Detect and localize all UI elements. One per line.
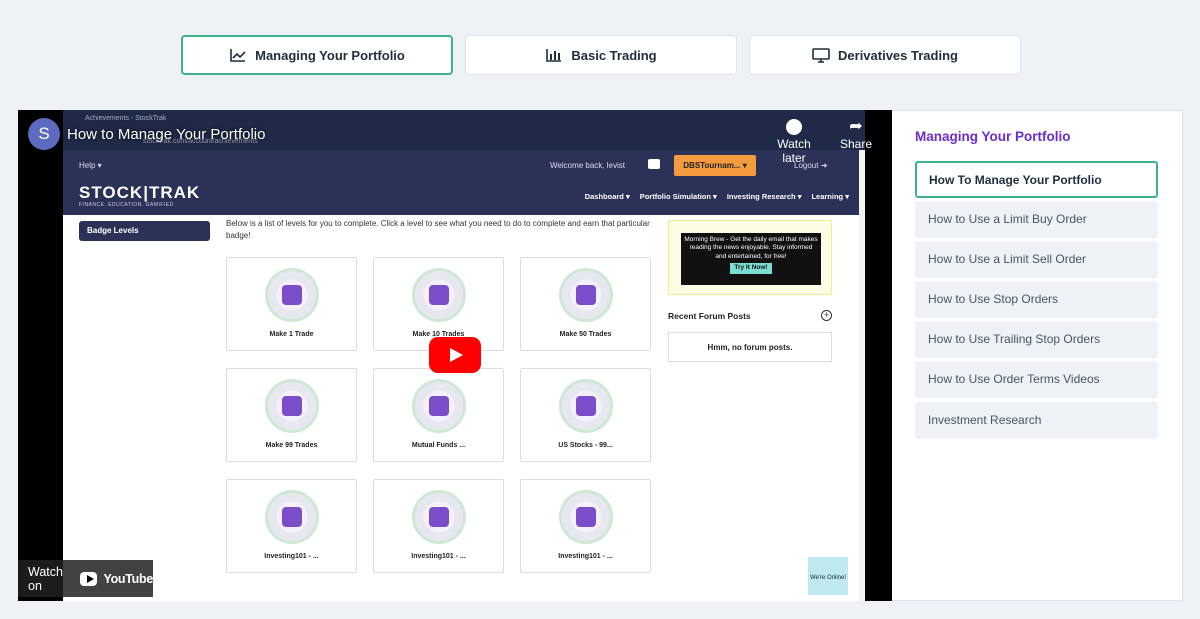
tab-derivatives-trading[interactable]: Derivatives Trading [749, 35, 1021, 75]
badge-card: Make 50 Trades [520, 257, 651, 351]
badge-label: Investing101 - ... [264, 553, 319, 560]
site-nav: Dashboard ▾ Portfolio Simulation ▾ Inves… [585, 192, 849, 201]
stocktrak-header: Help ▾ Welcome back, levist DBSTournam..… [63, 150, 865, 215]
badge-label: Investing101 - ... [558, 553, 613, 560]
playlist-item[interactable]: How to Use a Limit Buy Order [915, 201, 1158, 238]
badge-label: US Stocks - 99... [558, 442, 613, 449]
logo-tagline: FINANCE. EDUCATION. GAMIFIED [79, 202, 174, 208]
badge-card: Make 99 Trades [226, 368, 357, 462]
clock-icon [786, 119, 802, 135]
youtube-play-icon [79, 571, 98, 586]
stocktrak-logo: STOCK|TRAK [79, 183, 201, 202]
badge-card: Mutual Funds ... [373, 368, 504, 462]
forum-title: Recent Forum Posts [668, 311, 751, 321]
promo-banner: Morning Brew - Get the daily email that … [668, 220, 832, 295]
playlist-item[interactable]: How to Use Stop Orders [915, 281, 1158, 318]
tab-label: Managing Your Portfolio [255, 47, 405, 63]
share-label: Share [839, 137, 873, 151]
monitor-icon [812, 47, 830, 63]
nav-investing-research: Investing Research ▾ [726, 192, 802, 201]
video-title[interactable]: How to Manage Your Portfolio [67, 126, 265, 143]
badge-medal-icon [265, 490, 319, 544]
category-tabs: Managing Your Portfolio Basic Trading De… [181, 35, 1021, 75]
welcome-text: Welcome back, levist [550, 161, 625, 170]
badge-medal-icon [559, 268, 613, 322]
tournament-select: DBSTournam... ▾ [674, 155, 756, 176]
intro-text: Below is a list of levels for you to com… [226, 219, 650, 240]
help-menu: Help ▾ [79, 161, 102, 170]
share-button[interactable]: ➦ Share [838, 118, 874, 152]
tab-label: Basic Trading [571, 47, 657, 63]
watch-later-button[interactable]: Watch later [764, 119, 824, 165]
badge-medal-icon [265, 379, 319, 433]
badge-label: Make 50 Trades [559, 331, 612, 338]
playlist-item[interactable]: How To Manage Your Portfolio [915, 161, 1158, 198]
badge-card: US Stocks - 99... [520, 368, 651, 462]
badge-card: Investing101 - ... [226, 479, 357, 573]
youtube-logo: YouTube [103, 571, 153, 586]
badge-medal-icon [412, 379, 466, 433]
playlist-item[interactable]: How to Use Order Terms Videos [915, 361, 1158, 398]
badge-medal-icon [559, 490, 613, 544]
badge-label: Investing101 - ... [411, 553, 466, 560]
badge-card: Investing101 - ... [520, 479, 651, 573]
promo-text: Morning Brew - Get the daily email that … [684, 236, 818, 260]
video-playlist-sidebar: Managing Your Portfolio How To Manage Yo… [892, 110, 1183, 601]
badge-card: Make 1 Trade [226, 257, 357, 351]
add-circle-icon: + [821, 310, 832, 321]
online-chat-widget: We're Online! [808, 557, 848, 595]
bar-chart-icon [545, 47, 563, 63]
tab-basic-trading[interactable]: Basic Trading [465, 35, 737, 75]
playlist-item[interactable]: How to Use a Limit Sell Order [915, 241, 1158, 278]
badge-levels-button: Badge Levels [79, 221, 210, 241]
playlist-title: Managing Your Portfolio [915, 129, 1071, 144]
badge-label: Make 99 Trades [265, 442, 318, 449]
playlist-item[interactable]: Investment Research [915, 402, 1158, 439]
nav-portfolio-simulation: Portfolio Simulation ▾ [639, 192, 717, 201]
watch-later-label: Watch later [777, 137, 811, 165]
nav-learning: Learning ▾ [811, 192, 849, 201]
badge-medal-icon [412, 490, 466, 544]
watch-on-youtube-button[interactable]: Watch on YouTube [18, 560, 153, 597]
badge-medal-icon [412, 268, 466, 322]
badge-medal-icon [559, 379, 613, 433]
tab-label: Derivatives Trading [838, 47, 958, 63]
badge-card: Investing101 - ... [373, 479, 504, 573]
badge-label: Mutual Funds ... [411, 442, 466, 449]
watch-on-label: Watch on [28, 564, 63, 593]
browser-tab-title: Achievements - StockTrak [85, 115, 167, 122]
share-arrow-icon: ➦ [849, 118, 863, 135]
badge-medal-icon [265, 268, 319, 322]
badge-label: Make 1 Trade [269, 331, 314, 338]
chat-icon [648, 159, 660, 169]
play-button[interactable] [429, 337, 481, 373]
channel-avatar[interactable]: S [28, 118, 60, 150]
promo-cta: Try It Now! [730, 263, 772, 274]
forum-empty: Hmm, no forum posts. [668, 332, 832, 362]
page-scrollbar [859, 150, 865, 601]
tab-managing-your-portfolio[interactable]: Managing Your Portfolio [181, 35, 453, 75]
playlist-item[interactable]: How to Use Trailing Stop Orders [915, 321, 1158, 358]
video-player[interactable]: Achievements - StockTrak stocktrak.com/a… [18, 110, 892, 601]
line-chart-icon [229, 47, 247, 63]
nav-dashboard: Dashboard ▾ [584, 192, 630, 201]
